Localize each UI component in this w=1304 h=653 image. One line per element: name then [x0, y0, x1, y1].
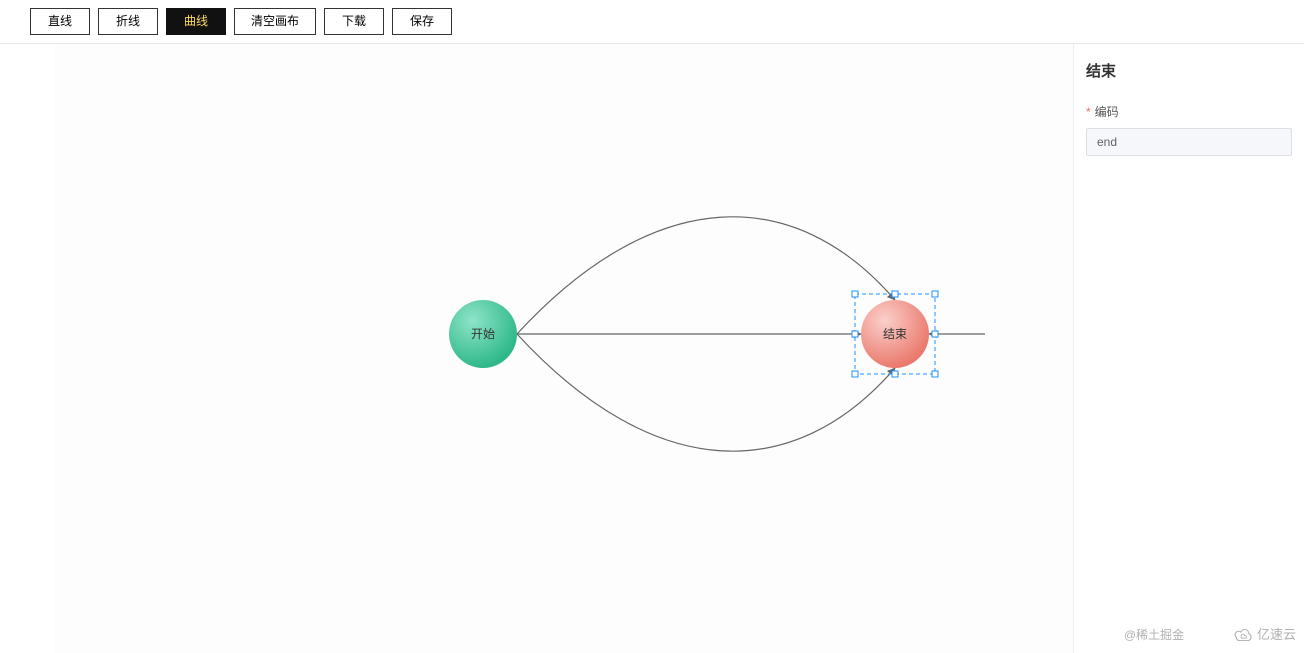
edge-curve-top[interactable]	[517, 217, 895, 334]
canvas[interactable]: 开始 结束	[55, 44, 1074, 653]
code-label-text: 编码	[1095, 105, 1119, 119]
toolbar: 直线 折线 曲线 清空画布 下载 保存	[0, 0, 1304, 44]
code-field[interactable]	[1086, 128, 1292, 156]
edge-curve-bottom[interactable]	[517, 334, 895, 451]
watermark-juejin: @稀土掘金	[1124, 626, 1184, 643]
code-field-label: *编码	[1086, 103, 1292, 120]
download-button[interactable]: 下载	[324, 8, 384, 35]
properties-panel: 结束 *编码	[1074, 44, 1304, 653]
line-straight-button[interactable]: 直线	[30, 8, 90, 35]
resize-handle-nw[interactable]	[852, 291, 858, 297]
line-curve-button[interactable]: 曲线	[166, 8, 226, 35]
resize-handle-s[interactable]	[892, 371, 898, 377]
cloud-icon	[1233, 627, 1253, 641]
resize-handle-e[interactable]	[932, 331, 938, 337]
main-area: 开始 结束 结束 *编码	[0, 44, 1304, 653]
resize-handle-sw[interactable]	[852, 371, 858, 377]
line-polyline-button[interactable]: 折线	[98, 8, 158, 35]
clear-canvas-button[interactable]: 清空画布	[234, 8, 316, 35]
node-end-label: 结束	[883, 327, 907, 341]
watermark-yisu: 亿速云	[1233, 624, 1296, 643]
resize-handle-se[interactable]	[932, 371, 938, 377]
flow-svg: 开始 结束	[55, 44, 1073, 653]
resize-handle-w[interactable]	[852, 331, 858, 337]
node-start[interactable]: 开始	[449, 300, 517, 368]
panel-title: 结束	[1086, 60, 1292, 81]
watermark-yisu-text: 亿速云	[1257, 624, 1296, 643]
node-end[interactable]: 结束	[852, 291, 938, 377]
resize-handle-n[interactable]	[892, 291, 898, 297]
save-button[interactable]: 保存	[392, 8, 452, 35]
resize-handle-ne[interactable]	[932, 291, 938, 297]
node-start-label: 开始	[471, 327, 495, 341]
